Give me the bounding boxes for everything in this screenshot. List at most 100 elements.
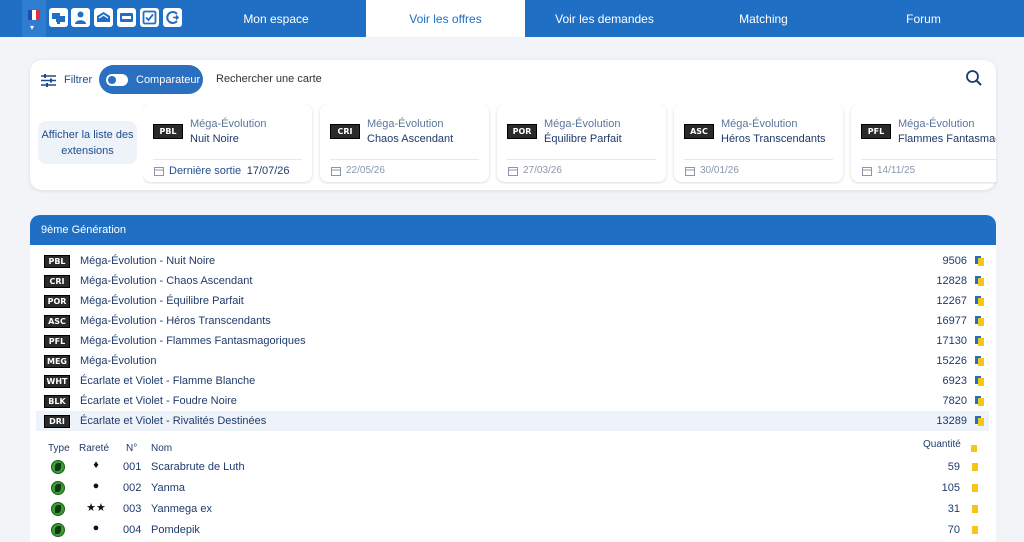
release-card[interactable]: POR Méga-Évolution Équilibre Parfait 27/… bbox=[497, 104, 666, 182]
tab-voir-les-demandes[interactable]: Voir les demandes bbox=[525, 0, 684, 37]
tab-forum[interactable]: Forum bbox=[843, 0, 1004, 37]
release-card[interactable]: PBL Méga-Évolution Nuit Noire Dernière s… bbox=[143, 104, 312, 182]
column-header-rarity[interactable]: Rareté bbox=[79, 443, 109, 454]
divider bbox=[507, 159, 656, 160]
release-date: 17/07/26 bbox=[246, 165, 290, 177]
toolbar-icons: ▾ bbox=[0, 0, 186, 37]
card-row[interactable]: ● 004 Pomdepik 70 bbox=[30, 521, 996, 542]
user-icon[interactable] bbox=[71, 8, 90, 27]
column-header-name[interactable]: Nom bbox=[151, 443, 172, 454]
card-name[interactable]: Yanmega ex bbox=[151, 503, 212, 515]
set-name: Écarlate et Violet - Foudre Noire bbox=[80, 395, 237, 407]
column-header-number[interactable]: N° bbox=[126, 443, 137, 454]
binder-icon[interactable] bbox=[94, 8, 113, 27]
promo-icon[interactable] bbox=[117, 8, 136, 27]
set-row-selected[interactable]: DRI Écarlate et Violet - Rivalités Desti… bbox=[36, 411, 989, 431]
release-date-label: Dernière sortie bbox=[169, 165, 242, 177]
set-row[interactable]: BLK Écarlate et Violet - Foudre Noire 78… bbox=[36, 391, 989, 411]
set-name: Méga-Évolution - Héros Transcendants bbox=[80, 315, 271, 327]
checklist-icon[interactable] bbox=[140, 8, 159, 27]
card-name[interactable]: Yanma bbox=[151, 482, 185, 494]
set-row[interactable]: WHT Écarlate et Violet - Flamme Blanche … bbox=[36, 371, 989, 391]
set-logo: POR bbox=[44, 294, 70, 308]
set-count: 16977 bbox=[936, 315, 967, 327]
set-logo: PFL bbox=[44, 334, 70, 348]
comparator-toggle[interactable]: Comparateur bbox=[99, 65, 203, 94]
cards-stack-icon[interactable] bbox=[49, 8, 68, 27]
set-logo: DRI bbox=[44, 414, 70, 428]
column-header-quantity[interactable]: Quantité bbox=[923, 439, 961, 450]
sliders-icon bbox=[41, 73, 56, 87]
show-extensions-button[interactable]: Afficher la liste des extensions bbox=[38, 121, 137, 164]
set-row[interactable]: PBL Méga-Évolution - Nuit Noire 9506 bbox=[36, 251, 989, 271]
tab-matching[interactable]: Matching bbox=[684, 0, 843, 37]
set-logo: PBL bbox=[44, 254, 70, 268]
set-logo: PBL bbox=[153, 124, 183, 139]
release-date: 27/03/26 bbox=[523, 165, 562, 176]
release-series: Méga-Évolution bbox=[367, 118, 444, 130]
card-icon bbox=[972, 463, 978, 471]
set-count: 6923 bbox=[942, 375, 967, 387]
set-logo: CRI bbox=[330, 124, 360, 139]
language-selector[interactable]: ▾ bbox=[22, 0, 46, 37]
tab-voir-les-offres[interactable]: Voir les offres bbox=[366, 0, 525, 37]
tab-mon-espace[interactable]: Mon espace bbox=[186, 0, 366, 37]
set-name: Méga-Évolution - Équilibre Parfait bbox=[80, 295, 244, 307]
release-card[interactable]: CRI Méga-Évolution Chaos Ascendant 22/05… bbox=[320, 104, 489, 182]
set-row[interactable]: CRI Méga-Évolution - Chaos Ascendant 128… bbox=[36, 271, 989, 291]
card-number: 001 bbox=[123, 461, 142, 473]
set-row[interactable]: MEG Méga-Évolution 15226 bbox=[36, 351, 989, 371]
card-row[interactable]: ♦ 001 Scarabrute de Luth 59 bbox=[30, 458, 996, 479]
set-count: 12267 bbox=[936, 295, 967, 307]
card-name[interactable]: Pomdepik bbox=[151, 524, 200, 536]
swap-icon[interactable] bbox=[163, 8, 182, 27]
set-logo: ASC bbox=[684, 124, 714, 139]
release-series: Méga-Évolution bbox=[544, 118, 621, 130]
divider bbox=[861, 159, 996, 160]
set-logo: ASC bbox=[44, 314, 70, 328]
calendar-icon bbox=[154, 167, 164, 176]
set-name: Écarlate et Violet - Rivalités Destinées bbox=[80, 415, 267, 427]
card-number: 002 bbox=[123, 482, 142, 494]
french-flag-icon bbox=[28, 10, 40, 20]
set-row[interactable]: PFL Méga-Évolution - Flammes Fantasmagor… bbox=[36, 331, 989, 351]
search-panel: Filtrer Comparateur Afficher la liste de… bbox=[30, 60, 996, 190]
generation-header[interactable]: 9ème Génération bbox=[30, 215, 996, 245]
release-series: Méga-Évolution bbox=[898, 118, 975, 130]
release-card[interactable]: PFL Méga-Évolution Flammes Fantasmagoriq… bbox=[851, 104, 996, 182]
column-header-type[interactable]: Type bbox=[48, 443, 70, 454]
set-count: 13289 bbox=[936, 415, 967, 427]
card-icon bbox=[972, 505, 978, 513]
rarity-icon: ★★ bbox=[86, 502, 106, 514]
calendar-icon bbox=[862, 167, 872, 176]
set-row[interactable]: POR Méga-Évolution - Équilibre Parfait 1… bbox=[36, 291, 989, 311]
filter-label: Filtrer bbox=[64, 74, 93, 86]
set-count: 7820 bbox=[942, 395, 967, 407]
card-row[interactable]: ● 002 Yanma 105 bbox=[30, 479, 996, 500]
divider bbox=[153, 159, 302, 160]
set-row[interactable]: ASC Méga-Évolution - Héros Transcendants… bbox=[36, 311, 989, 331]
cards-icon bbox=[975, 336, 985, 346]
set-logo: BLK bbox=[44, 394, 70, 408]
release-name: Héros Transcendants bbox=[721, 133, 826, 145]
set-name: Méga-Évolution bbox=[80, 355, 157, 367]
calendar-icon bbox=[685, 167, 695, 176]
card-row[interactable]: ★★ 003 Yanmega ex 31 bbox=[30, 500, 996, 521]
rarity-icon: ● bbox=[92, 480, 100, 492]
release-name: Chaos Ascendant bbox=[367, 133, 454, 145]
cards-icon bbox=[975, 376, 985, 386]
cards-icon bbox=[975, 256, 985, 266]
card-name[interactable]: Scarabrute de Luth bbox=[151, 461, 245, 473]
search-input[interactable] bbox=[206, 63, 994, 95]
set-count: 15226 bbox=[936, 355, 967, 367]
set-logo: CRI bbox=[44, 274, 70, 288]
release-date: 30/01/26 bbox=[700, 165, 739, 176]
release-card[interactable]: ASC Méga-Évolution Héros Transcendants 3… bbox=[674, 104, 843, 182]
top-navigation-bar: ▾ Mon espace Voir les offres Voir les de… bbox=[0, 0, 1024, 37]
search-icon[interactable] bbox=[965, 69, 983, 87]
filter-button[interactable]: Filtrer bbox=[40, 70, 92, 90]
set-logo: POR bbox=[507, 124, 537, 139]
release-series: Méga-Évolution bbox=[190, 118, 267, 130]
set-name: Méga-Évolution - Chaos Ascendant bbox=[80, 275, 253, 287]
cards-icon bbox=[975, 316, 985, 326]
